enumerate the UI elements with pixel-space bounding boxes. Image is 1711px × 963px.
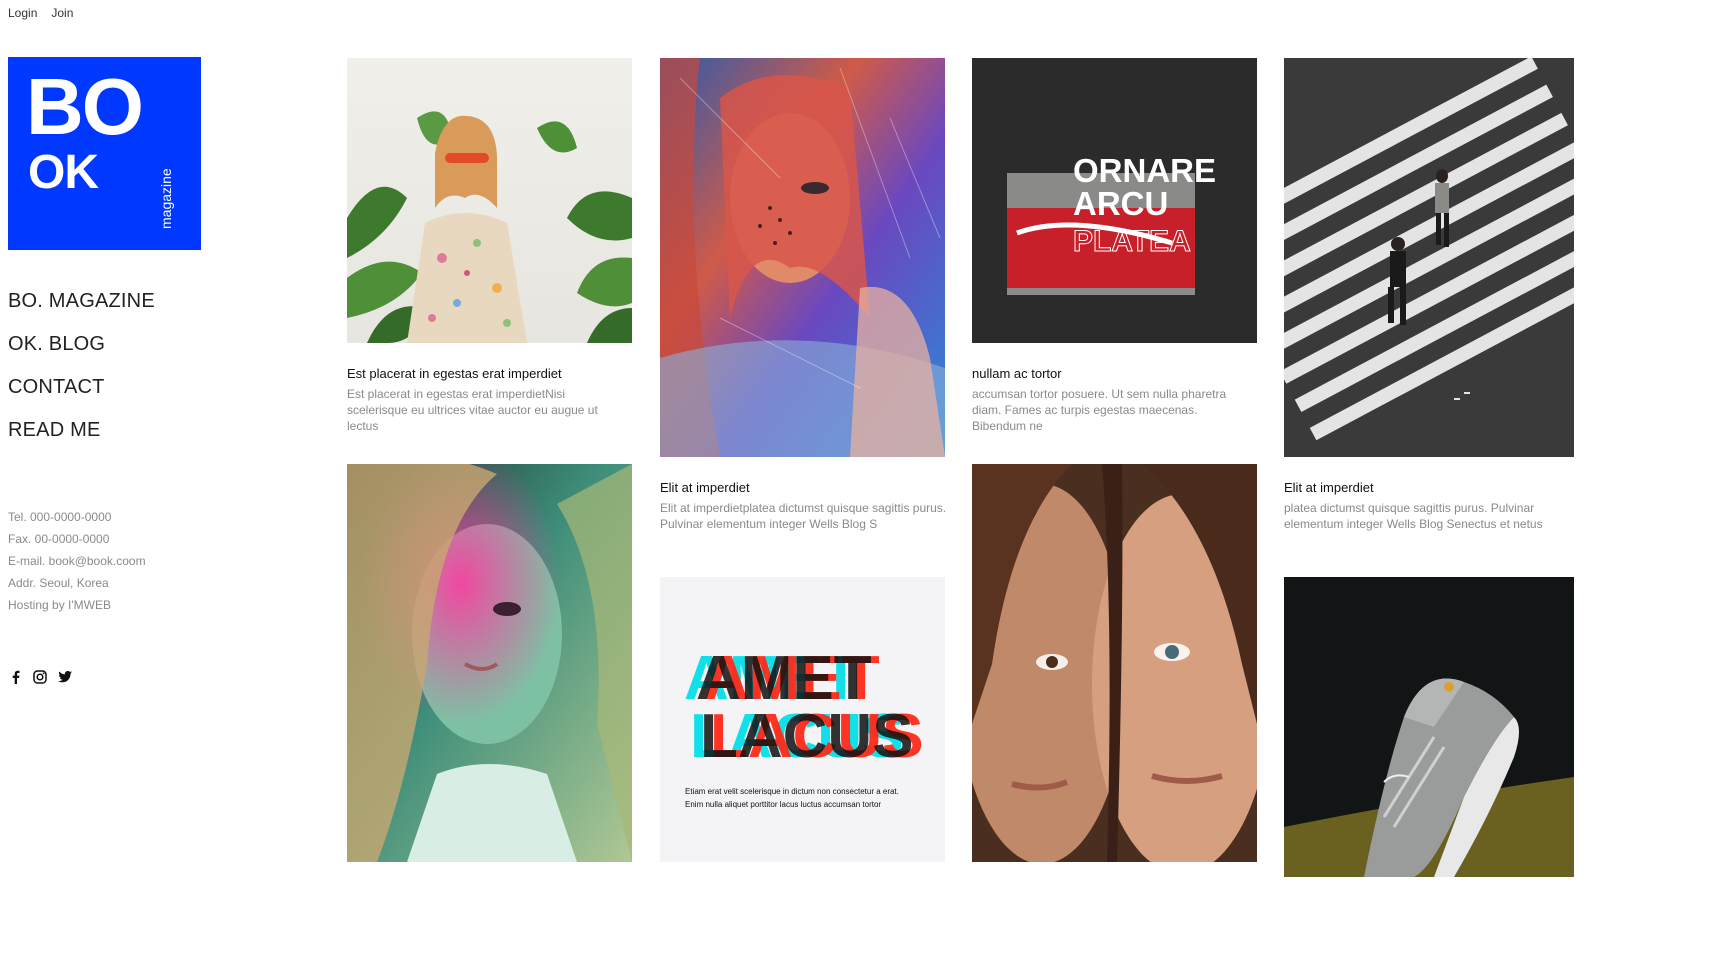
- nav-item-magazine[interactable]: BO. MAGAZINE: [8, 289, 155, 314]
- contact-info: Tel. 000-0000-0000 Fax. 00-0000-0000 E-m…: [8, 510, 146, 612]
- info-tel: Tel. 000-0000-0000: [8, 510, 112, 524]
- main-nav: BO. MAGAZINE OK. BLOG CONTACT READ ME: [8, 289, 155, 443]
- poster-word-platea: PLATEA: [1073, 225, 1191, 258]
- twitter-icon[interactable]: [58, 670, 72, 684]
- instagram-icon[interactable]: [33, 670, 47, 684]
- post-image-ornare-poster[interactable]: ORNARE ARCU PLATEA: [972, 58, 1257, 343]
- post-title[interactable]: Elit at imperdiet: [1284, 480, 1374, 495]
- logo-tag: magazine: [158, 168, 174, 229]
- info-hosting: Hosting by I'MWEB: [8, 598, 111, 612]
- nav-item-contact[interactable]: CONTACT: [8, 375, 155, 400]
- post-title[interactable]: nullam ac tortor: [972, 366, 1062, 381]
- facebook-icon[interactable]: [8, 670, 22, 684]
- logo-text-bo: BO: [26, 62, 144, 151]
- poster-caption-2: Enim nulla aliquet porttitor lacus luctu…: [685, 800, 881, 809]
- nav-item-read-me[interactable]: READ ME: [8, 418, 155, 443]
- logo-text-ok: OK: [28, 146, 99, 199]
- info-address: Addr. Seoul, Korea: [8, 576, 109, 590]
- poster-caption-1: Etiam erat velit scelerisque in dictum n…: [685, 787, 899, 796]
- poster-word-arcu: ARCU: [1073, 185, 1168, 222]
- info-email: E-mail. book@book.coom: [8, 554, 146, 568]
- join-link[interactable]: Join: [51, 6, 73, 20]
- post-title[interactable]: Est placerat in egestas erat imperdiet: [347, 366, 562, 381]
- post-excerpt: platea dictumst quisque sagittis purus. …: [1284, 501, 1543, 531]
- post-title[interactable]: Elit at imperdiet: [660, 480, 750, 495]
- post-excerpt: Elit at imperdietplatea dictumst quisque…: [660, 501, 947, 531]
- info-fax: Fax. 00-0000-0000: [8, 532, 110, 546]
- post-image-sneaker[interactable]: [1284, 577, 1574, 877]
- poster-word-ornare: ORNARE: [1073, 152, 1216, 189]
- login-link[interactable]: Login: [8, 6, 37, 20]
- poster-word-lacus-black: LACUS: [700, 702, 914, 771]
- post-image-crosswalk[interactable]: [1284, 58, 1574, 457]
- post-image-amet-lacus-poster[interactable]: AMET AMET AMET LACUS LACUS LACUS Etiam e…: [660, 577, 945, 862]
- post-excerpt: Est placerat in egestas erat imperdietNi…: [347, 387, 598, 433]
- nav-item-blog[interactable]: OK. BLOG: [8, 332, 155, 357]
- post-image-two-women[interactable]: [972, 464, 1257, 862]
- top-bar: Login Join: [8, 6, 73, 20]
- post-image-green-girl[interactable]: [347, 464, 632, 862]
- post-excerpt: accumsan tortor posuere. Ut sem nulla ph…: [972, 387, 1227, 433]
- post-image-neon-girl[interactable]: [660, 58, 945, 457]
- post-image-plant-girl[interactable]: [347, 58, 632, 343]
- social-links: [8, 670, 72, 684]
- site-logo[interactable]: BO OK magazine: [8, 57, 201, 250]
